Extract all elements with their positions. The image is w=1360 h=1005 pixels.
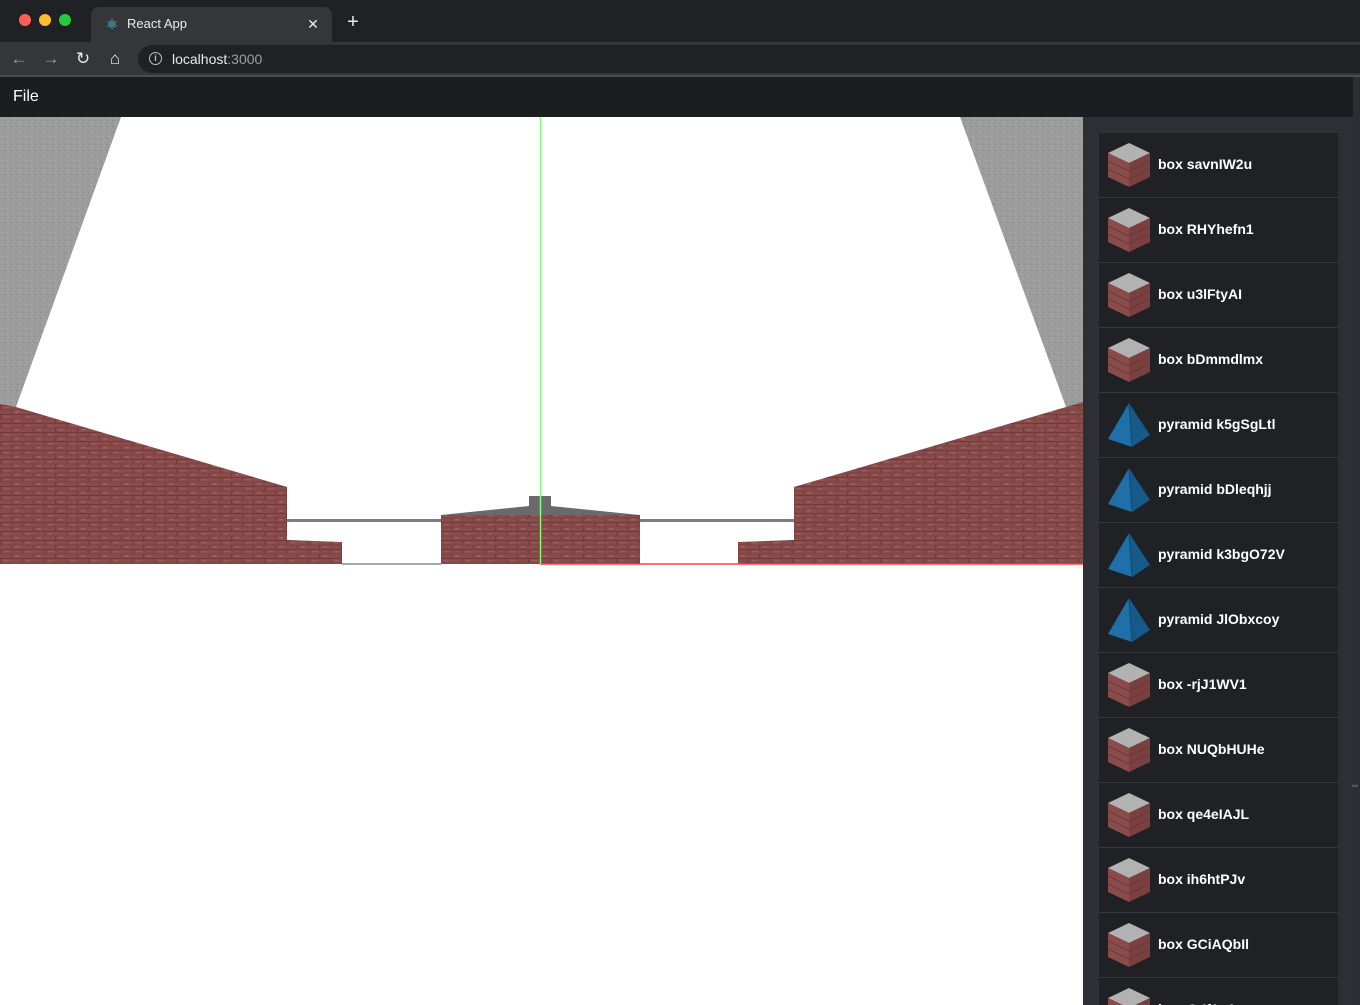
object-list-item[interactable]: pyramid JlObxcoy — [1099, 588, 1338, 653]
reload-icon[interactable]: ↻ — [72, 48, 94, 70]
pyramid-icon — [1108, 402, 1150, 448]
object-list-item[interactable]: box Q-If1a4r — [1099, 978, 1338, 1005]
object-label: box savnIW2u — [1158, 156, 1253, 172]
pyramid-icon — [1108, 597, 1150, 643]
scene-objects-panel: box savnIW2u box RHYhefn1 box u3lFtyAI box … — [1083, 117, 1353, 1005]
box-icon — [1107, 208, 1151, 252]
object-label: box bDmmdlmx — [1158, 351, 1264, 367]
minimize-window-button[interactable] — [39, 14, 51, 26]
file-menu[interactable]: File — [13, 88, 39, 106]
object-label: box qe4eIAJL — [1158, 806, 1250, 822]
box-icon — [1107, 273, 1151, 317]
react-icon: ⚛ — [105, 16, 119, 32]
box-icon — [1107, 728, 1151, 772]
object-label: pyramid JlObxcoy — [1158, 611, 1280, 627]
address-bar[interactable]: i localhost:3000 — [138, 45, 1360, 73]
right-brick-wall — [794, 402, 1083, 564]
object-list: box savnIW2u box RHYhefn1 box u3lFtyAI box … — [1099, 133, 1338, 1005]
object-label: pyramid bDleqhjj — [1158, 481, 1272, 497]
object-list-item[interactable]: box -rjJ1WV1 — [1099, 653, 1338, 718]
browser-tab[interactable]: ⚛ React App ✕ — [91, 7, 332, 42]
home-icon[interactable]: ⌂ — [104, 48, 126, 70]
object-list-item[interactable]: box u3lFtyAI — [1099, 263, 1338, 328]
object-list-item[interactable]: pyramid k3bgO72V — [1099, 523, 1338, 588]
maximize-window-button[interactable] — [59, 14, 71, 26]
right-gray-wall — [960, 117, 1083, 407]
box-icon — [1107, 923, 1151, 967]
browser-tab-bar: ⚛ React App ✕ + — [0, 0, 1360, 42]
back-arrow-icon[interactable]: ← — [8, 48, 30, 70]
resize-handle-icon[interactable]: ⇔ — [1350, 780, 1360, 791]
box-icon — [1107, 338, 1151, 382]
object-list-item[interactable]: box savnIW2u — [1099, 133, 1338, 198]
url-port: :3000 — [227, 51, 263, 67]
object-list-item[interactable]: box bDmmdlmx — [1099, 328, 1338, 393]
scene-canvas[interactable] — [0, 117, 1083, 1005]
left-ledge — [287, 519, 441, 522]
object-label: box -rjJ1WV1 — [1158, 676, 1247, 692]
object-label: pyramid k3bgO72V — [1158, 546, 1285, 562]
box-icon — [1108, 988, 1150, 1005]
box-icon — [1107, 663, 1151, 707]
box-icon — [1107, 858, 1151, 902]
left-gray-wall — [0, 117, 121, 411]
box-icon — [1107, 143, 1151, 187]
new-tab-icon[interactable]: + — [343, 12, 363, 32]
right-ledge — [640, 519, 794, 522]
box-icon — [1107, 793, 1151, 837]
object-label: pyramid k5gSgLtl — [1158, 416, 1276, 432]
window-edge — [1353, 77, 1360, 1005]
object-label: box GCiAQbIl — [1158, 936, 1249, 952]
forward-arrow-icon[interactable]: → — [40, 48, 62, 70]
tab-title: React App — [127, 16, 187, 31]
right-brick-step — [738, 540, 794, 564]
app-menu-bar: File — [0, 77, 1353, 117]
3d-viewport[interactable] — [0, 117, 1083, 1005]
url-host: localhost — [172, 51, 228, 67]
close-window-button[interactable] — [19, 14, 31, 26]
object-label: box Q-If1a4r — [1158, 1001, 1240, 1005]
object-list-item[interactable]: pyramid k5gSgLtl — [1099, 393, 1338, 458]
object-list-item[interactable]: box RHYhefn1 — [1099, 198, 1338, 263]
object-list-item[interactable]: box NUQbHUHe — [1099, 718, 1338, 783]
object-list-item[interactable]: box ih6htPJv — [1099, 848, 1338, 913]
pyramid-icon — [1108, 467, 1150, 513]
url-text: localhost:3000 — [172, 51, 262, 67]
browser-toolbar: ← → ↻ ⌂ i localhost:3000 — [0, 42, 1360, 75]
close-tab-icon[interactable]: ✕ — [304, 15, 322, 33]
left-brick-wall — [0, 404, 287, 564]
object-label: box NUQbHUHe — [1158, 741, 1265, 757]
object-list-item[interactable]: box qe4eIAJL — [1099, 783, 1338, 848]
object-list-item[interactable]: box GCiAQbIl — [1099, 913, 1338, 978]
object-label: box ih6htPJv — [1158, 871, 1246, 887]
object-list-item[interactable]: pyramid bDleqhjj — [1099, 458, 1338, 523]
object-label: box RHYhefn1 — [1158, 221, 1254, 237]
pyramid-icon — [1108, 532, 1150, 578]
object-label: box u3lFtyAI — [1158, 286, 1243, 302]
info-icon[interactable]: i — [149, 52, 162, 65]
left-brick-step — [287, 540, 342, 564]
